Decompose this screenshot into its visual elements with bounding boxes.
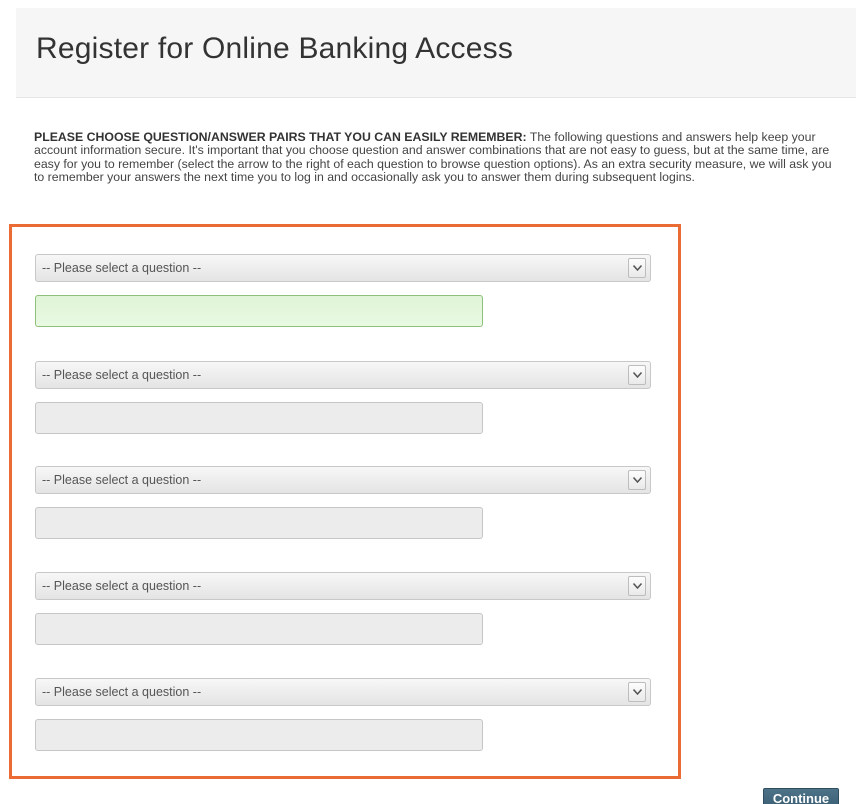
chevron-down-icon[interactable]	[628, 365, 646, 385]
question-select-4-value: -- Please select a question --	[42, 579, 202, 593]
answer-field-4[interactable]	[35, 613, 483, 645]
chevron-down-icon[interactable]	[628, 258, 646, 278]
answer-field-2[interactable]	[35, 402, 483, 434]
chevron-down-icon[interactable]	[628, 470, 646, 490]
question-select-3[interactable]: -- Please select a question --	[35, 466, 651, 494]
page-title: Register for Online Banking Access	[36, 32, 514, 65]
continue-button[interactable]: Continue	[763, 788, 839, 804]
answer-field-1[interactable]	[35, 295, 483, 327]
chevron-down-icon[interactable]	[628, 682, 646, 702]
instructions-lead: PLEASE CHOOSE QUESTION/ANSWER PAIRS THAT…	[34, 130, 527, 144]
instructions-text: PLEASE CHOOSE QUESTION/ANSWER PAIRS THAT…	[34, 130, 842, 185]
question-select-1-value: -- Please select a question --	[42, 261, 202, 275]
chevron-down-icon[interactable]	[628, 576, 646, 596]
question-select-5[interactable]: -- Please select a question --	[35, 678, 651, 706]
answer-field-5[interactable]	[35, 719, 483, 751]
register-page: Register for Online Banking Access PLEAS…	[0, 0, 856, 804]
answer-field-3[interactable]	[35, 507, 483, 539]
question-select-2-value: -- Please select a question --	[42, 368, 202, 382]
question-select-2[interactable]: -- Please select a question --	[35, 361, 651, 389]
question-select-5-value: -- Please select a question --	[42, 685, 202, 699]
page-header: Register for Online Banking Access	[16, 8, 856, 98]
question-select-4[interactable]: -- Please select a question --	[35, 572, 651, 600]
question-select-1[interactable]: -- Please select a question --	[35, 254, 651, 282]
question-select-3-value: -- Please select a question --	[42, 473, 202, 487]
